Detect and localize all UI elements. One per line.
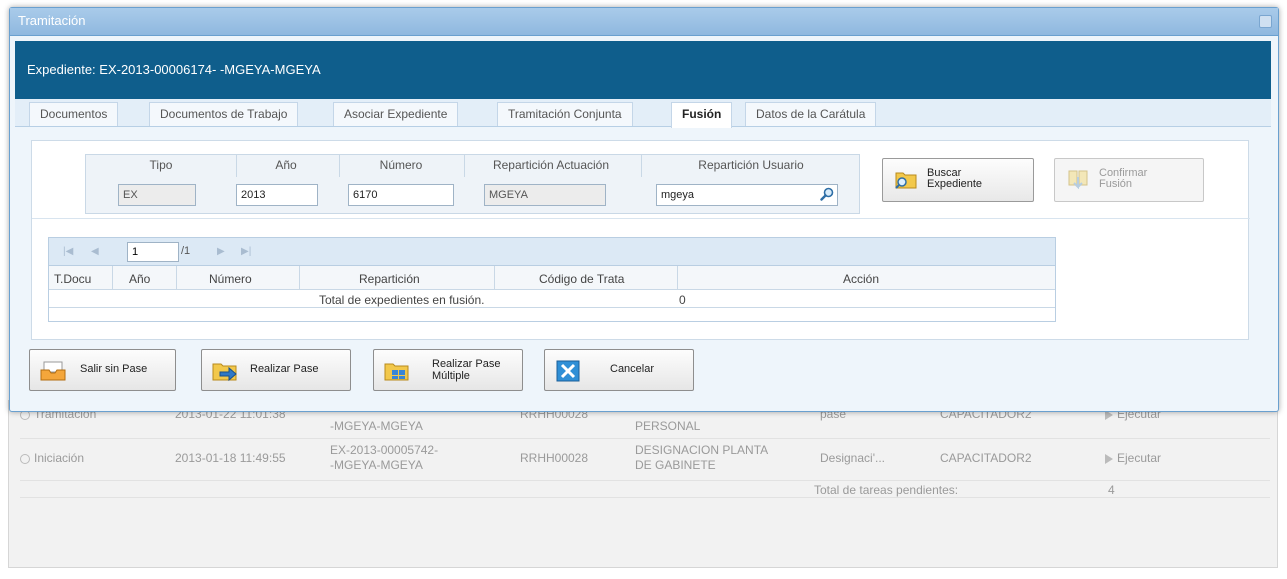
play-icon [1105,453,1113,464]
total-expedientes-value: 0 [679,293,686,307]
col-numero: Número [209,272,252,286]
task-reparticion: RRHH00028 [520,451,589,465]
search-form: Tipo Año Número Repartición Actuación Re… [85,154,860,214]
realizar-pase-multiple-button[interactable]: Realizar Pase Múltiple [373,349,523,391]
last-page-icon[interactable]: ▶| [241,246,251,257]
task-name: Designaci'... [820,451,885,465]
tab-asociar-expediente[interactable]: Asociar Expediente [333,102,459,126]
search-area: Tipo Año Número Repartición Actuación Re… [32,141,1250,219]
col-tdocu: T.Docu [54,272,92,286]
radio-icon[interactable] [20,453,30,464]
total-expedientes-label: Total de expedientes en fusión. [319,293,485,307]
task-motivo: PERSONAL [635,419,701,433]
task-user: CAPACITADOR2 [940,451,1032,465]
task-date: 2013-01-18 11:49:55 [175,451,286,465]
reparticion-actuacion-header: Repartición Actuación [492,158,610,172]
modal-title-bar: Tramitación [10,8,1278,36]
numero-header: Número [379,158,423,172]
task-motivo: DESIGNACION PLANTA [635,443,769,457]
results-header-row: T.Docu Año Número Repartición Código de … [49,266,1055,290]
folder-multiple-icon [384,363,409,381]
anio-field[interactable] [236,184,318,206]
task-expediente: -MGEYA-MGEYA [330,419,423,433]
multiple-label-1: Realizar Pase [432,358,501,370]
task-motivo-line2: DE GABINETE [635,458,716,472]
tab-bar: Documentos Documentos de Trabajo Asociar… [15,99,1271,128]
first-page-icon[interactable]: |◀ [63,246,73,257]
merge-icon [1068,170,1088,189]
search-icon[interactable] [820,187,834,201]
execute-label: Ejecutar [1117,451,1162,465]
execute-link[interactable]: Ejecutar [1105,451,1161,465]
page-count: /1 [181,245,191,257]
page-number-input[interactable] [127,242,179,262]
col-accion: Acción [843,272,880,286]
reparticion-usuario-combo [656,184,838,206]
tab-tramitacion-conjunta[interactable]: Tramitación Conjunta [497,102,633,126]
tab-documentos[interactable]: Documentos [29,102,119,126]
realizar-pase-button[interactable]: Realizar Pase [201,349,351,391]
reparticion-actuacion-field[interactable] [484,184,606,206]
fusion-results-grid: |◀ ◀ /1 ▶ ▶| T.Docu Año Número Repartici… [48,237,1056,322]
next-page-icon[interactable]: ▶ [217,246,225,257]
task-total-label: Total de tareas pendientes: [814,483,959,497]
modal-title: Tramitación [18,13,86,28]
task-expediente: EX-2013-00005742- [330,443,439,457]
reparticion-usuario-field[interactable] [656,184,838,206]
fusion-label-btn: Fusión [1099,178,1133,190]
pager: |◀ ◀ /1 ▶ ▶| [49,238,1055,266]
numero-field[interactable] [348,184,454,206]
cancel-icon [556,360,580,382]
tab-documentos-trabajo[interactable]: Documentos de Trabajo [149,102,299,126]
cancelar-button[interactable]: Cancelar [544,349,694,391]
tab-fusion[interactable]: Fusión [671,102,733,128]
cancelar-label: Cancelar [610,363,655,375]
realizar-label: Realizar Pase [250,363,319,375]
fusion-panel: Tipo Año Número Repartición Actuación Re… [31,140,1250,340]
expediente-label-btn: Expediente [927,178,983,190]
anio-header: Año [275,158,297,172]
multiple-label-2: Múltiple [432,370,470,382]
tipo-field[interactable] [118,184,196,206]
expediente-label: Expediente: EX-2013-00006174- -MGEYA-MGE… [27,62,321,77]
confirmar-fusion-button[interactable]: Confirmar Fusión [1054,158,1204,202]
col-codigo-trata: Código de Trata [539,272,625,286]
window-control-icon[interactable] [1259,15,1272,28]
tab-datos-caratula[interactable]: Datos de la Carátula [745,102,877,126]
folder-search-icon [895,172,917,189]
col-anio: Año [129,272,151,286]
modal-footer: Salir sin Pase Realizar Pase Realizar Pa… [15,345,1271,397]
col-reparticion: Repartición [359,272,420,286]
expediente-header: Expediente: EX-2013-00006174- -MGEYA-MGE… [15,41,1271,99]
buscar-expediente-button[interactable]: Buscar Expediente [882,158,1034,202]
task-row: Iniciación 2013-01-18 11:49:55 EX-2013-0… [20,438,1270,478]
task-state: Iniciación [34,451,85,465]
tray-icon [40,361,66,381]
task-total-row: Total de tareas pendientes: 4 [20,480,1270,498]
task-expediente-suffix: -MGEYA-MGEYA [330,458,423,472]
results-total-row: Total de expedientes en fusión. 0 [49,290,1055,308]
prev-page-icon[interactable]: ◀ [91,246,99,257]
reparticion-usuario-header: Repartición Usuario [698,158,804,172]
salir-sin-pase-button[interactable]: Salir sin Pase [29,349,176,391]
tipo-header: Tipo [149,158,173,172]
folder-arrow-icon [212,363,237,382]
salir-label: Salir sin Pase [80,363,148,375]
task-total-value: 4 [1108,483,1115,497]
